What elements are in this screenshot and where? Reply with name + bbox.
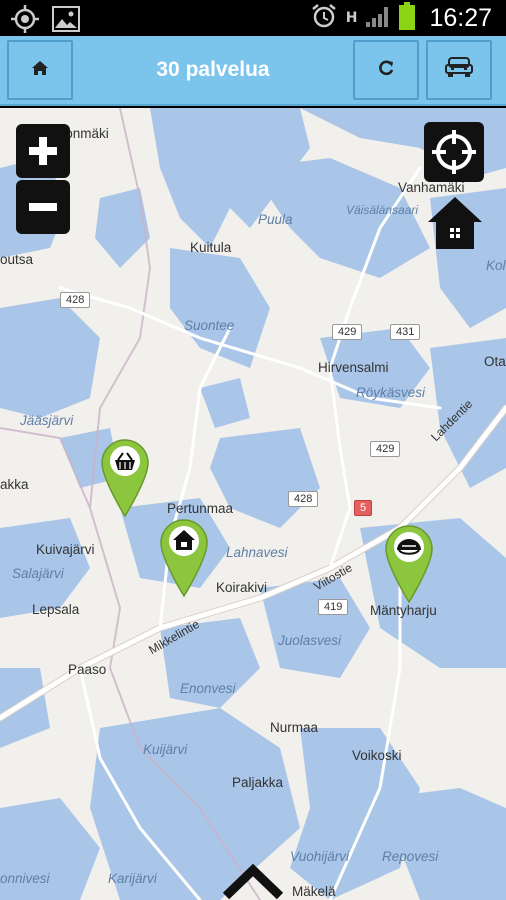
zoom-in-button[interactable] [16, 124, 70, 178]
place-label: Hirvensalmi [318, 360, 389, 375]
expand-panel-button[interactable] [222, 860, 284, 900]
road-number: 419 [318, 599, 349, 615]
place-label: Paaso [68, 662, 107, 677]
refresh-button[interactable] [353, 40, 419, 100]
zoom-out-button[interactable] [16, 180, 70, 234]
locate-button[interactable] [424, 122, 484, 182]
place-label: Nurmaa [270, 720, 319, 735]
place-label: onnivesi [0, 871, 50, 886]
car-icon [445, 57, 473, 83]
place-label: Väisälänsaari [346, 203, 419, 217]
house-icon [428, 197, 482, 249]
road-number: 428 [288, 491, 319, 507]
road-number: 5 [354, 500, 373, 516]
battery-icon [399, 2, 416, 34]
toolbar: 30 palvelua [0, 36, 506, 106]
network-type: H [345, 10, 358, 26]
place-label: Repovesi [382, 849, 439, 864]
home-button[interactable] [7, 40, 73, 100]
minus-icon [29, 203, 57, 211]
page-title: 30 palvelua [156, 58, 270, 81]
road-number: 428 [60, 292, 91, 308]
place-label: Karijärvi [108, 871, 157, 886]
place-label: Kol [486, 258, 506, 273]
refresh-icon [377, 59, 395, 81]
gps-icon [10, 4, 40, 38]
road-number: 431 [390, 324, 421, 340]
road-number: 429 [370, 441, 401, 457]
place-label: Lahnavesi [226, 545, 288, 560]
status-bar: H 16:27 [0, 0, 506, 36]
plus-icon [29, 137, 57, 165]
service-marker-house[interactable] [159, 518, 209, 598]
place-label: Voikoski [352, 748, 402, 763]
place-label: Kuitula [190, 240, 232, 255]
place-label: Mäkelä [292, 884, 336, 899]
service-marker-basket[interactable] [100, 438, 150, 518]
place-label: Vuohijärvi [290, 849, 350, 864]
car-button[interactable] [426, 40, 492, 100]
place-label: Röykäsvesi [356, 385, 426, 400]
place-label: outsa [0, 252, 34, 267]
place-label: Puula [258, 212, 293, 227]
place-label: Salajärvi [12, 566, 64, 581]
place-label: Enonvesi [180, 681, 236, 696]
place-label: Ota [484, 354, 506, 369]
place-label: Lepsala [32, 602, 80, 617]
place-label: Pertunmaa [167, 501, 234, 516]
place-label: Paljakka [232, 775, 284, 790]
place-label: Kuijärvi [143, 742, 188, 757]
clock: 16:27 [429, 3, 492, 32]
place-label: Mäntyharju [370, 603, 437, 618]
road-number: 429 [332, 324, 363, 340]
place-label: Juolasvesi [278, 633, 342, 648]
place-label: Suontee [184, 318, 235, 333]
home-icon [31, 60, 49, 80]
place-label: Kuivajärvi [36, 542, 95, 557]
signal-icon [365, 4, 391, 32]
image-icon [52, 6, 80, 36]
place-label: Jääsjärvi [20, 413, 74, 428]
place-label: akka [0, 477, 29, 492]
alarm-icon [310, 2, 338, 34]
crosshair-icon [432, 130, 476, 174]
chevron-up-icon [222, 863, 284, 900]
home-location-button[interactable] [426, 194, 484, 252]
place-label: Koirakivi [216, 580, 268, 595]
map-view[interactable]: Mieskonmäki Vanhamäki Väisälänsaari Puul… [0, 108, 506, 900]
place-label: Vanhamäki [398, 180, 465, 195]
service-marker-helmet[interactable] [384, 524, 434, 604]
